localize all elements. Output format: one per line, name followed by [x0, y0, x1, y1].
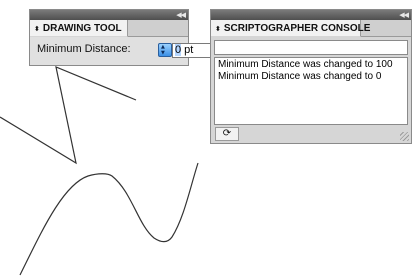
- console-bottom-bar: ⟳: [211, 126, 411, 143]
- refresh-icon: ⟳: [222, 128, 232, 139]
- updown-arrows-icon: ⬍: [215, 25, 221, 33]
- tab-scriptographer-console[interactable]: ⬍ SCRIPTOGRAPHER CONSOLE: [211, 20, 370, 37]
- double-chevron-left-icon[interactable]: ◀◀: [176, 11, 186, 19]
- console-output[interactable]: Minimum Distance was changed to 100 Mini…: [214, 57, 408, 125]
- resize-grip-icon[interactable]: [400, 132, 409, 141]
- drawing-tool-panel: ◀◀ ⬍ DRAWING TOOL Minimum Distance: ▲ ▼ 0…: [29, 9, 216, 66]
- console-output-line: Minimum Distance was changed to 0: [218, 71, 382, 82]
- console-title: SCRIPTOGRAPHER CONSOLE: [223, 23, 371, 34]
- drawn-path-curve[interactable]: [19, 162, 199, 276]
- drawing-tool-title: DRAWING TOOL: [42, 23, 122, 34]
- panel-titlebar[interactable]: ◀◀: [30, 10, 188, 20]
- min-distance-label: Minimum Distance:: [37, 43, 131, 55]
- updown-arrows-icon: ⬍: [34, 25, 40, 33]
- double-chevron-left-icon[interactable]: ◀◀: [399, 11, 409, 19]
- console-output-line: Minimum Distance was changed to 100: [218, 59, 393, 70]
- panel-titlebar[interactable]: ◀◀: [211, 10, 411, 20]
- scriptographer-console-panel: ◀◀ ⬍ SCRIPTOGRAPHER CONSOLE Minimum Dista…: [210, 9, 412, 144]
- console-command-input[interactable]: [214, 40, 408, 55]
- min-distance-stepper[interactable]: ▲ ▼: [158, 43, 172, 57]
- refresh-button[interactable]: ⟳: [215, 127, 239, 141]
- drawn-path-zigzag[interactable]: [0, 66, 137, 165]
- min-distance-unit: pt: [181, 44, 194, 56]
- stepper-down-icon[interactable]: ▼: [161, 51, 165, 56]
- tab-drawing-tool[interactable]: ⬍ DRAWING TOOL: [30, 20, 128, 37]
